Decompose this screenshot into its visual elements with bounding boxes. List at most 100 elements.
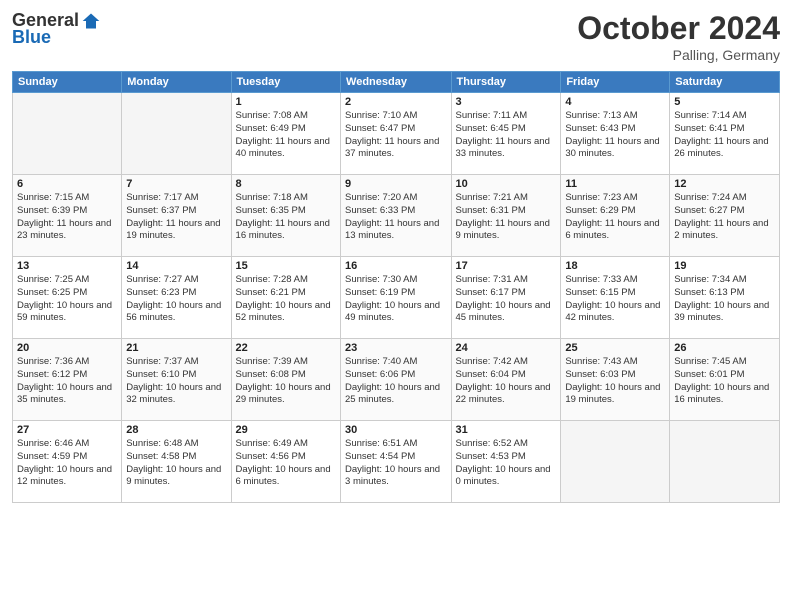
day-info: Sunrise: 7:40 AM Sunset: 6:06 PM Dayligh… — [345, 356, 447, 407]
calendar-cell: 10 Sunrise: 7:21 AM Sunset: 6:31 PM Dayli… — [451, 175, 561, 257]
calendar-cell: 5 Sunrise: 7:14 AM Sunset: 6:41 PM Daylig… — [670, 93, 780, 175]
calendar-cell: 30Sunrise: 6:51 AM Sunset: 4:54 PM Dayli… — [341, 421, 452, 503]
day-number: 17 — [456, 260, 557, 272]
calendar-cell: 13 Sunrise: 7:25 AM Sunset: 6:25 PM Dayli… — [13, 257, 122, 339]
day-info: Sunrise: 7:39 AM Sunset: 6:08 PM Dayligh… — [236, 356, 336, 407]
month-title: October 2024 — [577, 10, 780, 47]
day-info: Sunrise: 7:18 AM Sunset: 6:35 PM Dayligh… — [236, 192, 336, 243]
day-number: 4 — [565, 96, 665, 108]
day-number: 25 — [565, 342, 665, 354]
day-number: 23 — [345, 342, 447, 354]
calendar-cell: 18 Sunrise: 7:33 AM Sunset: 6:15 PM Dayli… — [561, 257, 670, 339]
day-info: Sunrise: 7:14 AM Sunset: 6:41 PM Dayligh… — [674, 110, 775, 161]
calendar-cell: 14Sunrise: 7:27 AM Sunset: 6:23 PM Dayli… — [122, 257, 231, 339]
calendar-cell: 4 Sunrise: 7:13 AM Sunset: 6:43 PM Daylig… — [561, 93, 670, 175]
day-number: 28 — [126, 424, 226, 436]
day-number: 29 — [236, 424, 336, 436]
logo-icon — [81, 11, 101, 31]
day-info: Sunrise: 7:43 AM Sunset: 6:03 PM Dayligh… — [565, 356, 665, 407]
day-number: 7 — [126, 178, 226, 190]
day-info: Sunrise: 6:51 AM Sunset: 4:54 PM Dayligh… — [345, 438, 447, 489]
day-info: Sunrise: 7:33 AM Sunset: 6:15 PM Dayligh… — [565, 274, 665, 325]
calendar-cell: 31 Sunrise: 6:52 AM Sunset: 4:53 PM Dayli… — [451, 421, 561, 503]
day-info: Sunrise: 7:10 AM Sunset: 6:47 PM Dayligh… — [345, 110, 447, 161]
day-number: 5 — [674, 96, 775, 108]
day-info: Sunrise: 7:28 AM Sunset: 6:21 PM Dayligh… — [236, 274, 336, 325]
day-info: Sunrise: 7:45 AM Sunset: 6:01 PM Dayligh… — [674, 356, 775, 407]
calendar-cell: 3 Sunrise: 7:11 AM Sunset: 6:45 PM Daylig… — [451, 93, 561, 175]
weekday-header-thursday: Thursday — [451, 72, 561, 93]
day-info: Sunrise: 6:46 AM Sunset: 4:59 PM Dayligh… — [17, 438, 117, 489]
day-number: 9 — [345, 178, 447, 190]
day-number: 1 — [236, 96, 336, 108]
weekday-header-saturday: Saturday — [670, 72, 780, 93]
calendar-cell: 2Sunrise: 7:10 AM Sunset: 6:47 PM Daylig… — [341, 93, 452, 175]
calendar-cell: 28 Sunrise: 6:48 AM Sunset: 4:58 PM Dayli… — [122, 421, 231, 503]
calendar-cell: 27Sunrise: 6:46 AM Sunset: 4:59 PM Dayli… — [13, 421, 122, 503]
title-block: October 2024 Palling, Germany — [577, 10, 780, 63]
day-number: 12 — [674, 178, 775, 190]
calendar-cell: 1 Sunrise: 7:08 AM Sunset: 6:49 PM Daylig… — [231, 93, 340, 175]
calendar-cell: 24 Sunrise: 7:42 AM Sunset: 6:04 PM Dayli… — [451, 339, 561, 421]
day-info: Sunrise: 7:08 AM Sunset: 6:49 PM Dayligh… — [236, 110, 336, 161]
calendar-cell: 29 Sunrise: 6:49 AM Sunset: 4:56 PM Dayli… — [231, 421, 340, 503]
day-info: Sunrise: 6:49 AM Sunset: 4:56 PM Dayligh… — [236, 438, 336, 489]
day-number: 22 — [236, 342, 336, 354]
day-info: Sunrise: 7:23 AM Sunset: 6:29 PM Dayligh… — [565, 192, 665, 243]
calendar-cell: 9 Sunrise: 7:20 AM Sunset: 6:33 PM Daylig… — [341, 175, 452, 257]
day-number: 10 — [456, 178, 557, 190]
day-number: 11 — [565, 178, 665, 190]
day-number: 16 — [345, 260, 447, 272]
day-info: Sunrise: 7:13 AM Sunset: 6:43 PM Dayligh… — [565, 110, 665, 161]
day-info: Sunrise: 6:48 AM Sunset: 4:58 PM Dayligh… — [126, 438, 226, 489]
day-info: Sunrise: 7:11 AM Sunset: 6:45 PM Dayligh… — [456, 110, 557, 161]
day-info: Sunrise: 7:24 AM Sunset: 6:27 PM Dayligh… — [674, 192, 775, 243]
day-number: 18 — [565, 260, 665, 272]
day-number: 19 — [674, 260, 775, 272]
day-info: Sunrise: 7:20 AM Sunset: 6:33 PM Dayligh… — [345, 192, 447, 243]
weekday-header-tuesday: Tuesday — [231, 72, 340, 93]
day-number: 8 — [236, 178, 336, 190]
calendar-cell: 8 Sunrise: 7:18 AM Sunset: 6:35 PM Daylig… — [231, 175, 340, 257]
calendar-cell: 22 Sunrise: 7:39 AM Sunset: 6:08 PM Dayli… — [231, 339, 340, 421]
day-info: Sunrise: 7:25 AM Sunset: 6:25 PM Dayligh… — [17, 274, 117, 325]
logo: General Blue — [12, 10, 101, 48]
calendar-cell: 19Sunrise: 7:34 AM Sunset: 6:13 PM Dayli… — [670, 257, 780, 339]
calendar-cell: 25 Sunrise: 7:43 AM Sunset: 6:03 PM Dayli… — [561, 339, 670, 421]
day-info: Sunrise: 7:42 AM Sunset: 6:04 PM Dayligh… — [456, 356, 557, 407]
page: General Blue October 2024 Palling, Germa… — [0, 0, 792, 612]
day-info: Sunrise: 7:36 AM Sunset: 6:12 PM Dayligh… — [17, 356, 117, 407]
calendar-cell — [561, 421, 670, 503]
day-number: 31 — [456, 424, 557, 436]
day-number: 15 — [236, 260, 336, 272]
day-number: 20 — [17, 342, 117, 354]
day-number: 21 — [126, 342, 226, 354]
day-info: Sunrise: 7:37 AM Sunset: 6:10 PM Dayligh… — [126, 356, 226, 407]
header: General Blue October 2024 Palling, Germa… — [12, 10, 780, 63]
calendar-cell: 17Sunrise: 7:31 AM Sunset: 6:17 PM Dayli… — [451, 257, 561, 339]
day-info: Sunrise: 7:27 AM Sunset: 6:23 PM Dayligh… — [126, 274, 226, 325]
day-info: Sunrise: 7:15 AM Sunset: 6:39 PM Dayligh… — [17, 192, 117, 243]
calendar-cell: 15 Sunrise: 7:28 AM Sunset: 6:21 PM Dayli… — [231, 257, 340, 339]
day-number: 6 — [17, 178, 117, 190]
weekday-header-monday: Monday — [122, 72, 231, 93]
weekday-header-sunday: Sunday — [13, 72, 122, 93]
calendar-cell: 26 Sunrise: 7:45 AM Sunset: 6:01 PM Dayli… — [670, 339, 780, 421]
weekday-header-friday: Friday — [561, 72, 670, 93]
day-info: Sunrise: 7:30 AM Sunset: 6:19 PM Dayligh… — [345, 274, 447, 325]
day-number: 24 — [456, 342, 557, 354]
weekday-header-wednesday: Wednesday — [341, 72, 452, 93]
calendar-cell — [670, 421, 780, 503]
calendar-cell: 20 Sunrise: 7:36 AM Sunset: 6:12 PM Dayli… — [13, 339, 122, 421]
logo-blue: Blue — [12, 27, 51, 48]
day-number: 3 — [456, 96, 557, 108]
calendar-cell — [122, 93, 231, 175]
calendar-cell: 23 Sunrise: 7:40 AM Sunset: 6:06 PM Dayli… — [341, 339, 452, 421]
day-info: Sunrise: 7:21 AM Sunset: 6:31 PM Dayligh… — [456, 192, 557, 243]
calendar-cell: 16 Sunrise: 7:30 AM Sunset: 6:19 PM Dayli… — [341, 257, 452, 339]
day-number: 26 — [674, 342, 775, 354]
day-info: Sunrise: 7:17 AM Sunset: 6:37 PM Dayligh… — [126, 192, 226, 243]
day-info: Sunrise: 6:52 AM Sunset: 4:53 PM Dayligh… — [456, 438, 557, 489]
day-number: 13 — [17, 260, 117, 272]
calendar-cell — [13, 93, 122, 175]
